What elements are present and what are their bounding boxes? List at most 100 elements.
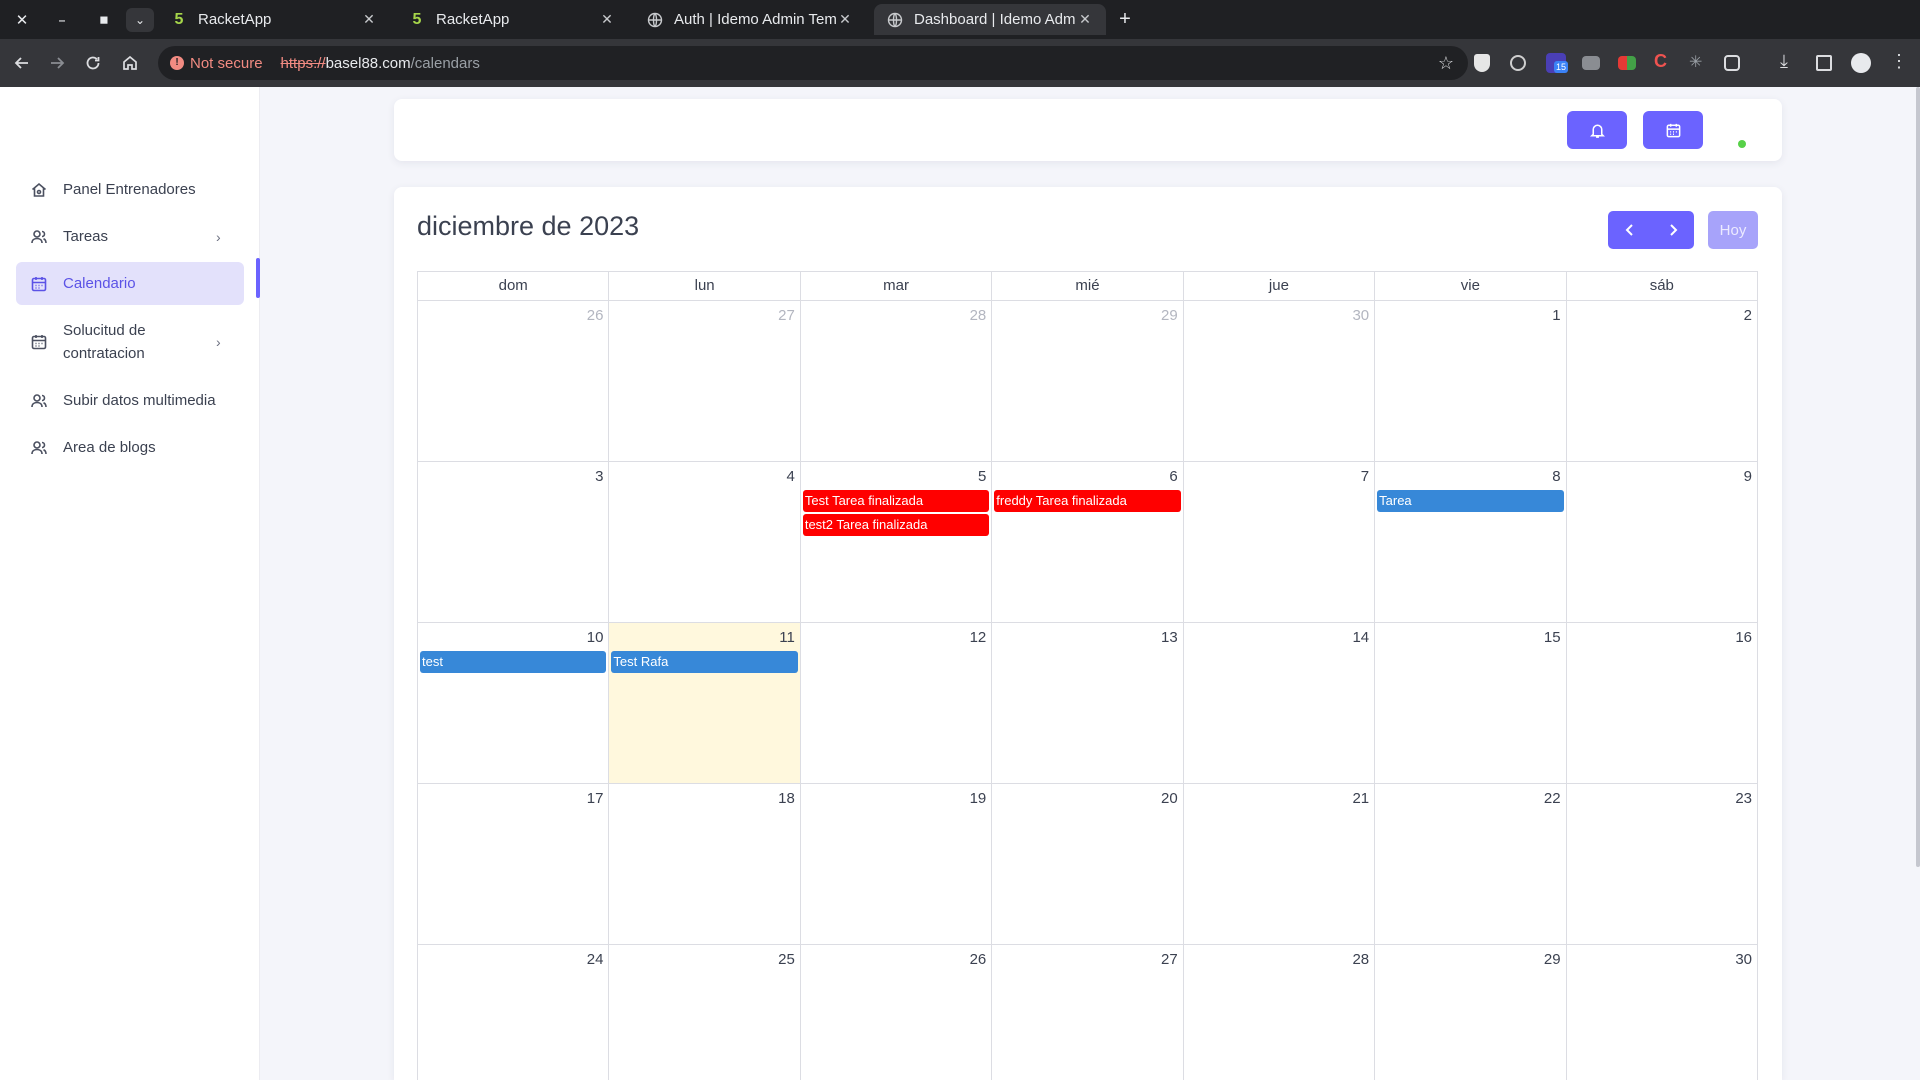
day-number[interactable]: 26 (420, 305, 606, 329)
day-number[interactable]: 8 (1377, 466, 1563, 490)
day-number[interactable]: 3 (420, 466, 606, 490)
day-number[interactable]: 20 (994, 788, 1180, 812)
day-number[interactable]: 24 (420, 949, 606, 973)
tab-close-icon[interactable]: ✕ (360, 12, 378, 28)
sidebar-item-panel-entrenadores[interactable]: Panel Entrenadores (16, 168, 244, 211)
calendar-event[interactable]: test2 Tarea finalizada (802, 514, 990, 536)
day-cell[interactable]: 28 (1184, 945, 1376, 1080)
day-number[interactable]: 7 (1186, 466, 1372, 490)
day-number[interactable]: 11 (611, 627, 797, 651)
day-number[interactable]: 28 (1186, 949, 1372, 973)
calendar-event[interactable]: test (420, 651, 607, 673)
vpn-extension-icon[interactable] (1510, 55, 1526, 71)
tab-close-icon[interactable]: ✕ (836, 12, 854, 28)
day-cell[interactable]: 8 Tarea (1375, 462, 1567, 623)
c-extension-icon[interactable]: C (1654, 51, 1672, 73)
page-scrollbar[interactable] (1916, 87, 1920, 867)
day-cell[interactable]: 27 (992, 945, 1184, 1080)
tab-close-icon[interactable]: ✕ (1076, 12, 1094, 28)
day-number[interactable]: 22 (1377, 788, 1563, 812)
day-number[interactable]: 2 (1569, 305, 1755, 329)
tab-search-icon[interactable]: ⌄ (126, 8, 154, 32)
tab-close-icon[interactable]: ✕ (598, 12, 616, 28)
calendar-event[interactable]: freddy Tarea finalizada (994, 490, 1181, 512)
day-number[interactable]: 30 (1569, 949, 1755, 973)
browser-tab-racketapp-1[interactable]: 5 RacketApp ✕ (158, 4, 390, 35)
not-secure-label[interactable]: Not secure (190, 55, 263, 72)
browser-tab-dashboard[interactable]: Dashboard | Idemo Admin Template ✕ (874, 4, 1106, 35)
today-button[interactable]: Hoy (1708, 211, 1758, 249)
day-number[interactable]: 27 (611, 305, 797, 329)
new-tab-icon[interactable]: + (1112, 8, 1138, 32)
notifications-button[interactable] (1567, 111, 1627, 149)
day-cell[interactable]: 1 (1375, 301, 1567, 462)
day-cell[interactable]: 26 (801, 945, 993, 1080)
day-number[interactable]: 30 (1186, 305, 1372, 329)
day-cell[interactable]: 20 (992, 784, 1184, 945)
puzzle-icon[interactable] (1724, 55, 1740, 71)
avatar[interactable] (1851, 53, 1871, 73)
calendar-event[interactable]: Test Rafa (611, 651, 798, 673)
shield-extension-icon[interactable] (1474, 54, 1490, 72)
day-cell[interactable]: 3 (418, 462, 610, 623)
sidebar-item-calendario[interactable]: Calendario (16, 262, 244, 305)
minimize-window-icon[interactable]: – (48, 8, 76, 32)
browser-tab-racketapp-2[interactable]: 5 RacketApp ✕ (396, 4, 628, 35)
day-number[interactable]: 18 (611, 788, 797, 812)
day-number[interactable]: 5 (803, 466, 989, 490)
colorful-extension-icon[interactable] (1618, 56, 1636, 70)
menu-kebab-icon[interactable]: ⋮ (1890, 51, 1908, 73)
day-cell[interactable]: 26 (418, 301, 610, 462)
day-cell[interactable]: 22 (1375, 784, 1567, 945)
next-month-button[interactable] (1651, 211, 1694, 249)
day-number[interactable]: 26 (803, 949, 989, 973)
sun-extension-icon[interactable]: ✳ (1689, 52, 1707, 74)
day-number[interactable]: 14 (1186, 627, 1372, 651)
extension-badge-icon[interactable]: 15 (1546, 53, 1569, 73)
day-cell[interactable]: 13 (992, 623, 1184, 784)
day-number[interactable]: 16 (1569, 627, 1755, 651)
sidebar-item-tareas[interactable]: Tareas › (16, 215, 244, 258)
day-number[interactable]: 6 (994, 466, 1180, 490)
reload-icon[interactable] (81, 51, 105, 75)
day-cell[interactable]: 9 (1566, 462, 1758, 623)
day-cell[interactable]: 12 (800, 623, 993, 784)
download-icon[interactable]: ⤓ (1780, 51, 1798, 73)
day-cell[interactable]: 29 (992, 301, 1184, 462)
robot-extension-icon[interactable] (1582, 56, 1600, 70)
back-icon[interactable] (10, 51, 34, 75)
calendar-event[interactable]: Tarea (1377, 490, 1564, 512)
calendar-event[interactable]: Test Tarea finalizada (802, 490, 990, 512)
day-cell[interactable]: 23 (1566, 784, 1758, 945)
day-cell[interactable]: 24 (418, 945, 610, 1080)
prev-month-button[interactable] (1608, 211, 1651, 249)
day-cell[interactable]: 30 (1567, 945, 1758, 1080)
day-number[interactable]: 17 (420, 788, 606, 812)
day-cell[interactable]: 2 (1566, 301, 1758, 462)
day-cell[interactable]: 27 (609, 301, 801, 462)
sidebar-item-subir-multimedia[interactable]: Subir datos multimedia (16, 379, 244, 422)
day-cell[interactable]: 28 (800, 301, 993, 462)
day-cell[interactable]: 10 test (418, 623, 610, 784)
maximize-window-icon[interactable]: ◼ (90, 8, 118, 32)
day-number[interactable]: 12 (803, 627, 989, 651)
day-number[interactable]: 27 (994, 949, 1180, 973)
day-cell[interactable]: 30 (1183, 301, 1376, 462)
day-number[interactable]: 21 (1186, 788, 1372, 812)
day-cell[interactable]: 14 (1183, 623, 1376, 784)
day-number[interactable]: 28 (803, 305, 989, 329)
day-number[interactable]: 1 (1377, 305, 1563, 329)
forward-icon[interactable] (45, 51, 69, 75)
calendar-button[interactable] (1643, 111, 1703, 149)
day-number[interactable]: 25 (611, 949, 797, 973)
day-cell[interactable]: 25 (609, 945, 801, 1080)
home-icon[interactable] (118, 51, 142, 75)
side-panel-icon[interactable] (1816, 55, 1832, 71)
day-cell[interactable]: 15 (1375, 623, 1567, 784)
day-number[interactable]: 29 (994, 305, 1180, 329)
day-cell[interactable]: 19 (800, 784, 993, 945)
day-cell[interactable]: 16 (1566, 623, 1758, 784)
day-number[interactable]: 13 (994, 627, 1180, 651)
day-number[interactable]: 23 (1569, 788, 1755, 812)
day-cell[interactable]: 29 (1375, 945, 1567, 1080)
